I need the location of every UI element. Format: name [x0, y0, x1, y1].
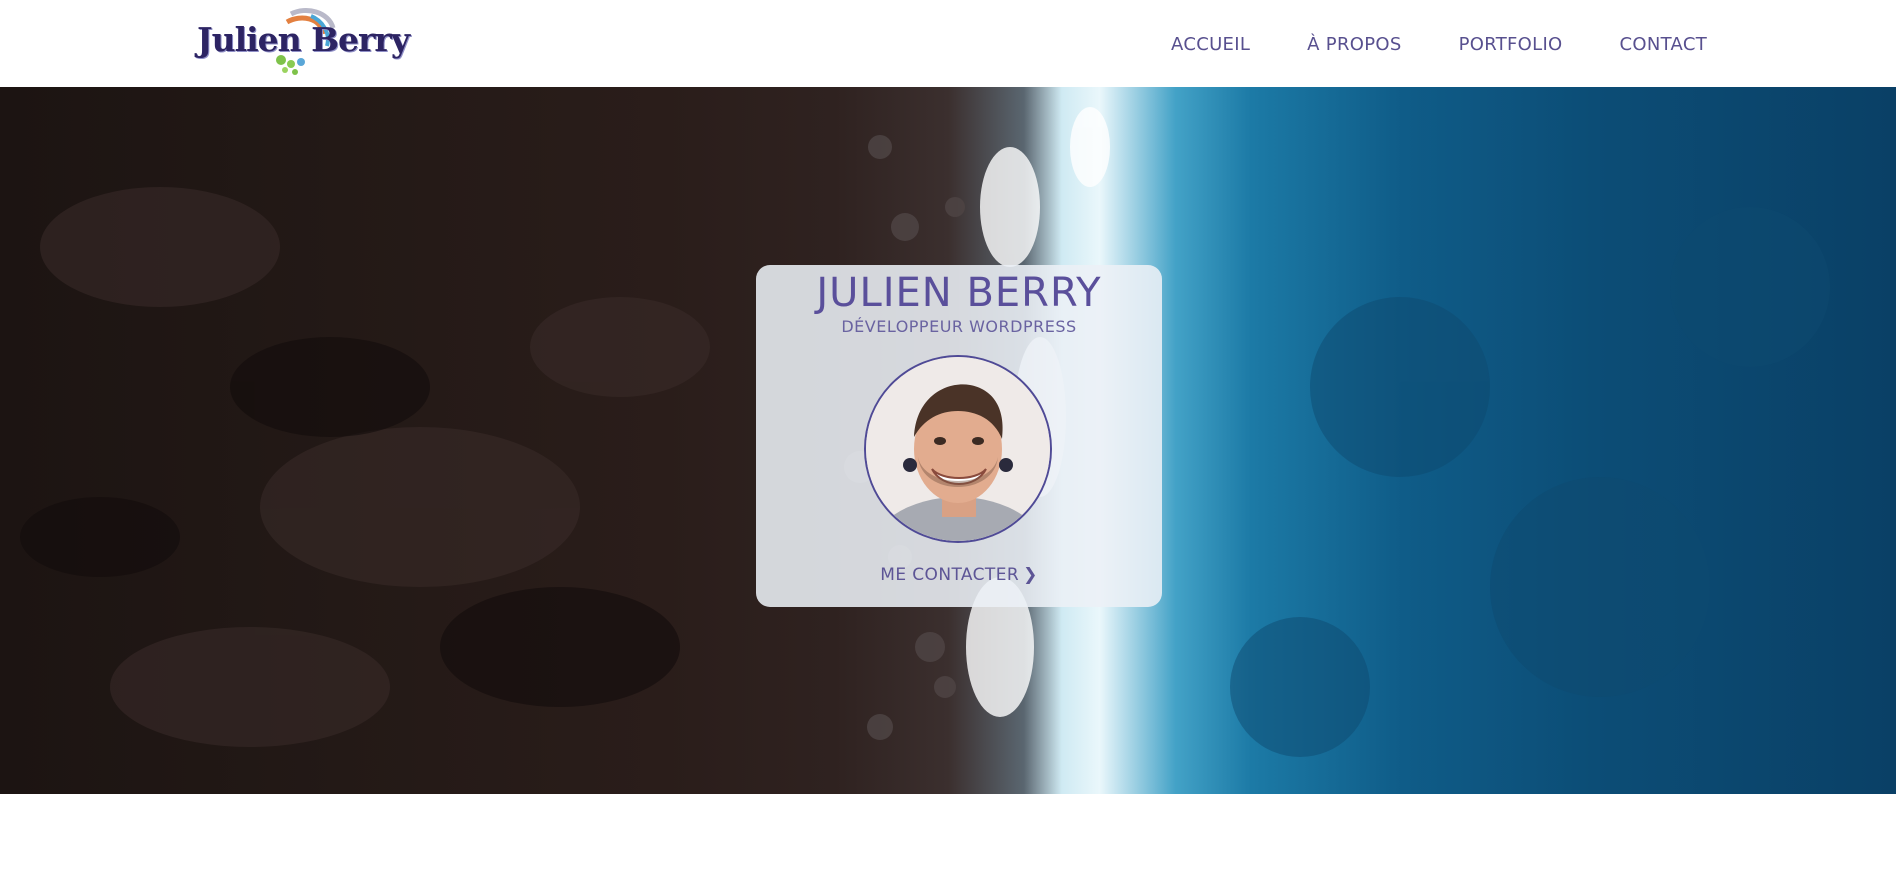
nav-contact[interactable]: CONTACT [1620, 34, 1707, 55]
profile-photo [864, 355, 1052, 543]
contact-cta-label: ME CONTACTER [880, 565, 1020, 585]
profile-card: JULIEN BERRY DÉVELOPPEUR WORDPRESS ME CO… [756, 265, 1162, 607]
nav-portfolio[interactable]: PORTFOLIO [1459, 34, 1563, 55]
hero-banner: JULIEN BERRY DÉVELOPPEUR WORDPRESS ME CO… [0, 87, 1896, 794]
site-logo[interactable]: Julien Berry [193, 6, 410, 76]
main-nav: ACCUEIL À PROPOS PORTFOLIO CONTACT [1114, 34, 1707, 55]
contact-cta-button[interactable]: ME CONTACTER ❯ [756, 565, 1162, 585]
logo-text: Julien Berry [197, 20, 410, 59]
profile-name: JULIEN BERRY [816, 270, 1102, 316]
site-header: Julien Berry ACCUEIL À PROPOS PORTFOLIO … [0, 0, 1896, 87]
chevron-right-icon: ❯ [1023, 565, 1038, 585]
nav-a-propos[interactable]: À PROPOS [1307, 34, 1401, 55]
nav-accueil[interactable]: ACCUEIL [1171, 34, 1250, 55]
profile-role: DÉVELOPPEUR WORDPRESS [841, 317, 1077, 336]
